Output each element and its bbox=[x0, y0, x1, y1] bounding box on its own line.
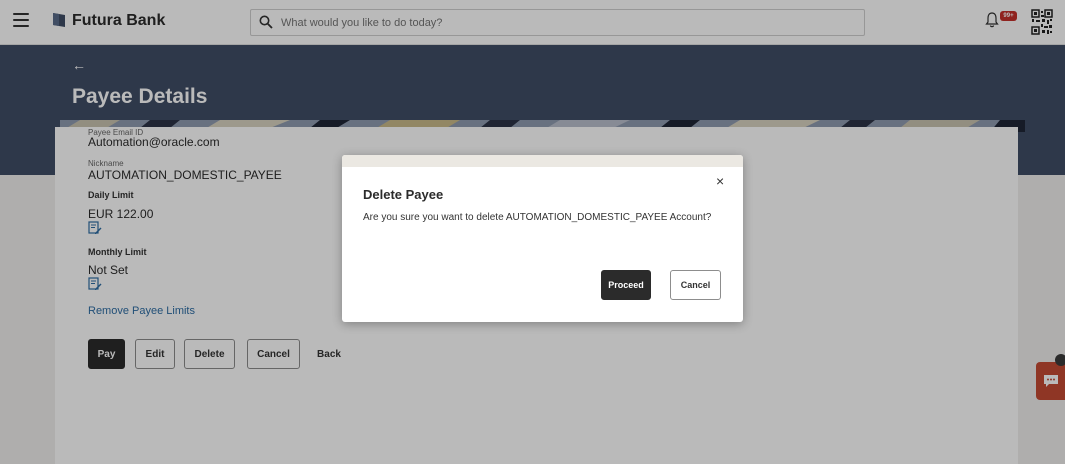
dialog-message: Are you sure you want to delete AUTOMATI… bbox=[363, 212, 712, 223]
close-icon[interactable]: × bbox=[716, 173, 724, 189]
chat-indicator bbox=[1055, 354, 1065, 366]
dialog-title: Delete Payee bbox=[363, 187, 444, 202]
delete-payee-dialog: Delete Payee × Are you sure you want to … bbox=[342, 155, 743, 322]
dialog-header-strip bbox=[342, 155, 743, 167]
proceed-button[interactable]: Proceed bbox=[601, 270, 651, 300]
dialog-cancel-button[interactable]: Cancel bbox=[670, 270, 721, 300]
